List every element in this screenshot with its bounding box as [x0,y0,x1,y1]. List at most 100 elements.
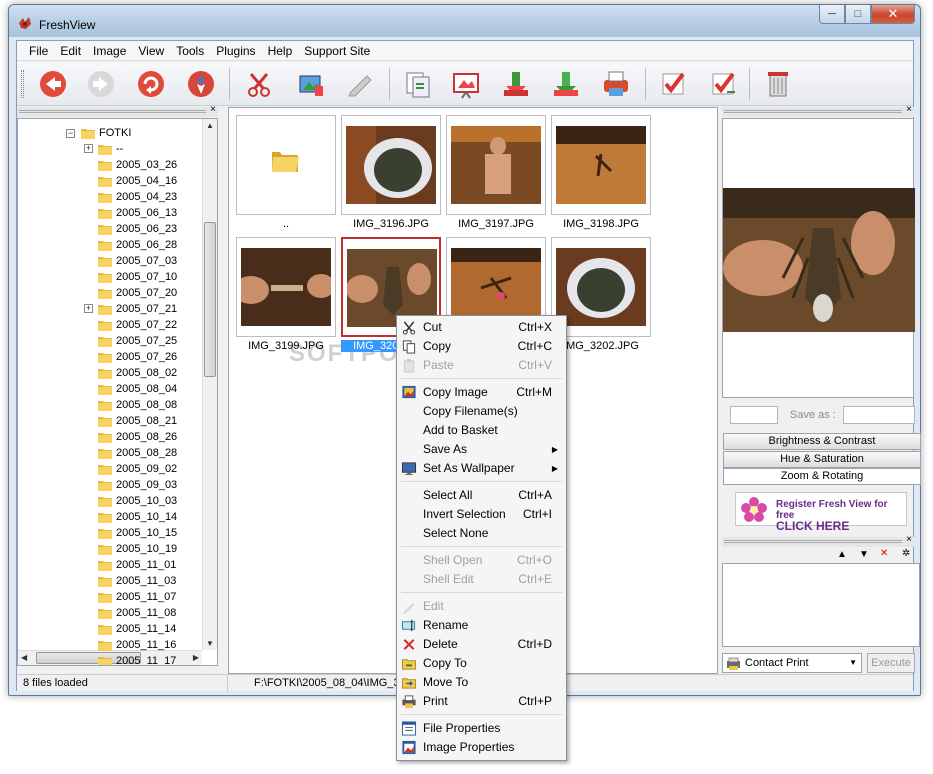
context-item-set-as-wallpaper[interactable]: Set As Wallpaper ▶ [399,459,564,478]
tree-item[interactable]: 2005_10_19 [98,541,177,557]
tree-item[interactable]: 2005_08_08 [98,397,177,413]
tree-item[interactable]: 2005_04_23 [98,189,177,205]
tree-item[interactable]: 2005_07_21 [98,301,177,317]
context-item-delete[interactable]: Delete Ctrl+D [399,635,564,654]
move-up-icon[interactable]: ▲ [837,549,847,560]
tree-item[interactable]: 2005_10_14 [98,509,177,525]
slideshow-icon[interactable] [295,68,327,100]
remove-icon[interactable]: ✕ [880,548,888,559]
menu-tools[interactable]: Tools [170,41,210,61]
minimize-button[interactable]: ─ [819,5,845,24]
close-basket-icon[interactable]: × [906,534,912,545]
photo-thumbnail[interactable] [236,237,336,337]
title-bar[interactable]: FreshView ─ □ ✕ [9,5,920,37]
tree-item[interactable]: 2005_11_17 [98,653,176,665]
tree-item[interactable]: 2005_08_21 [98,413,177,429]
menu-file[interactable]: File [23,41,54,61]
toolbar-grip[interactable] [21,70,24,98]
close-button[interactable]: ✕ [871,5,915,24]
print-tool-icon[interactable] [600,68,632,100]
context-item-copy-filename-s[interactable]: Copy Filename(s) [399,402,564,421]
scroll-down-icon[interactable]: ▼ [206,639,214,648]
tree-item[interactable]: 2005_06_13 [98,205,177,221]
collapse-icon[interactable]: − [66,128,75,138]
check-icon[interactable] [657,68,689,100]
tree-item[interactable]: 2005_07_25 [98,333,177,349]
context-item-copy[interactable]: Copy Ctrl+C [399,337,564,356]
folder-tree[interactable]: ▲ ▼ ◀ ▶ − FOTKI -- 2005_03_26 2005_04_16 2005… [17,118,218,666]
tree-item[interactable]: 2005_08_28 [98,445,177,461]
close-panel-icon[interactable]: × [210,104,216,115]
tree-item[interactable]: 2005_07_26 [98,349,177,365]
tree-item[interactable]: -- [98,141,123,157]
tree-item[interactable]: 2005_08_26 [98,429,177,445]
tree-root[interactable]: − FOTKI [66,125,131,141]
scroll-right-icon[interactable]: ▶ [193,653,199,662]
tree-item[interactable]: 2005_08_02 [98,365,177,381]
thumbnail-caption[interactable]: IMG_3199.JPG [236,340,336,352]
scroll-left-icon[interactable]: ◀ [21,653,27,662]
context-item-file-properties[interactable]: File Properties [399,719,564,738]
thumbnail-caption[interactable]: IMG_3196.JPG [341,218,441,230]
edit-tool-icon[interactable] [343,68,375,100]
menu-help[interactable]: Help [262,41,299,61]
tree-item[interactable]: 2005_09_02 [98,461,177,477]
tree-item[interactable]: 2005_07_22 [98,317,177,333]
context-item-move-to[interactable]: Move To [399,673,564,692]
move-icon[interactable] [550,68,582,100]
menu-support-site[interactable]: Support Site [298,41,376,61]
register-banner[interactable]: Register Fresh View for free CLICK HERE [735,492,907,532]
thumbnail-caption[interactable]: .. [236,218,336,230]
menu-image[interactable]: Image [87,41,132,61]
basket-icon[interactable] [762,68,794,100]
context-item-invert-selection[interactable]: Invert Selection Ctrl+I [399,505,564,524]
context-item-cut[interactable]: Cut Ctrl+X [399,318,564,337]
tree-item[interactable]: 2005_03_26 [98,157,177,173]
thumbnail-caption[interactable]: IMG_3197.JPG [446,218,546,230]
action-combo[interactable]: Contact Print ▼ [722,653,862,673]
copy-tool-icon[interactable] [402,68,434,100]
tree-item[interactable]: 2005_06_23 [98,221,177,237]
tree-item[interactable]: 2005_07_10 [98,269,177,285]
context-item-image-properties[interactable]: Image Properties [399,738,564,757]
scroll-up-icon[interactable]: ▲ [206,121,214,130]
context-item-select-all[interactable]: Select All Ctrl+A [399,486,564,505]
photo-thumbnail[interactable] [341,115,441,215]
basket-list[interactable] [722,563,920,647]
clear-icon[interactable]: ✲ [902,548,910,559]
tree-scroll-thumb[interactable] [204,222,216,377]
back-icon[interactable] [37,68,69,100]
hue-saturation-button[interactable]: Hue & Saturation [723,451,921,468]
save-as-input[interactable] [843,406,915,424]
zoom-rotating-button[interactable]: Zoom & Rotating [723,468,921,485]
context-item-select-none[interactable]: Select None [399,524,564,543]
tree-item[interactable]: 2005_09_03 [98,477,177,493]
tree-item[interactable]: 2005_11_07 [98,589,176,605]
refresh-icon[interactable] [135,68,167,100]
brightness-contrast-button[interactable]: Brightness & Contrast [723,433,921,450]
maximize-button[interactable]: □ [845,5,871,24]
context-item-copy-to[interactable]: Copy To [399,654,564,673]
photo-thumbnail[interactable] [446,115,546,215]
check-all-icon[interactable] [707,68,739,100]
execute-button[interactable]: Execute [867,653,915,673]
menu-edit[interactable]: Edit [54,41,87,61]
tree-item[interactable]: 2005_04_16 [98,173,177,189]
download-icon[interactable] [500,68,532,100]
tree-item[interactable]: 2005_06_28 [98,237,177,253]
tree-item[interactable]: 2005_08_04 [98,381,177,397]
context-item-copy-image[interactable]: Copy Image Ctrl+M [399,383,564,402]
photo-thumbnail[interactable] [551,115,651,215]
context-item-save-as[interactable]: Save As ▶ [399,440,564,459]
tree-item[interactable]: 2005_07_03 [98,253,177,269]
tree-item[interactable]: 2005_11_14 [98,621,176,637]
tree-item[interactable]: 2005_10_15 [98,525,177,541]
menu-view[interactable]: View [132,41,170,61]
menu-plugins[interactable]: Plugins [210,41,261,61]
tree-item[interactable]: 2005_11_08 [98,605,176,621]
tree-item[interactable]: 2005_11_16 [98,637,176,653]
tree-item[interactable]: 2005_11_01 [98,557,176,573]
close-preview-icon[interactable]: × [906,104,912,115]
size-input[interactable] [730,406,778,424]
tree-item[interactable]: 2005_07_20 [98,285,177,301]
